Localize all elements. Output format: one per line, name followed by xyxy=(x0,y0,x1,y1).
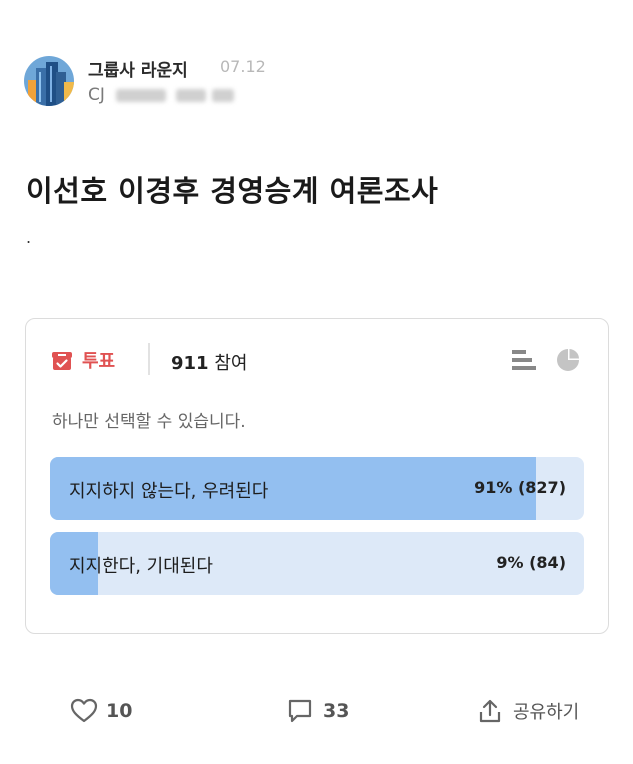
share-label: 공유하기 xyxy=(513,702,580,723)
pie-chart-view-icon[interactable] xyxy=(555,347,581,373)
post-actions: 10 33 공유하기 xyxy=(0,690,633,734)
blurred-company-text xyxy=(116,89,166,102)
poll-type: 투표 xyxy=(50,347,115,373)
comment-button[interactable]: 33 xyxy=(287,698,349,724)
bar-chart-view-icon[interactable] xyxy=(512,349,536,371)
comment-count: 33 xyxy=(323,700,350,722)
post-header: 그룹사 라운지 07.12 CJ xyxy=(24,56,604,112)
poll-option[interactable]: 지지한다, 기대된다 9% (84) xyxy=(50,532,584,595)
option-result: 9% (84) xyxy=(496,553,566,572)
divider xyxy=(148,343,150,375)
poll-card: 투표 911 참여 하나만 선택할 수 있습니다. 지지하지 않는다, 우려된다… xyxy=(25,318,609,634)
author-avatar[interactable] xyxy=(24,56,74,106)
participant-number: 911 xyxy=(171,353,209,374)
like-button[interactable]: 10 xyxy=(70,698,132,724)
blurred-company-text xyxy=(212,89,234,102)
post-title: 이선호 이경후 경영승계 여론조사 xyxy=(26,174,439,208)
post-date: 07.12 xyxy=(220,57,266,76)
share-icon xyxy=(479,699,501,723)
comment-icon xyxy=(288,699,312,723)
participant-count: 911 참여 xyxy=(171,349,247,375)
poll-option[interactable]: 지지하지 않는다, 우려된다 91% (827) xyxy=(50,457,584,520)
option-result: 91% (827) xyxy=(474,478,566,497)
poll-type-label: 투표 xyxy=(82,351,116,372)
option-label: 지지한다, 기대된다 xyxy=(69,556,213,577)
participant-suffix: 참여 xyxy=(214,353,248,374)
poll-instruction: 하나만 선택할 수 있습니다. xyxy=(52,412,246,432)
author-name[interactable]: 그룹사 라운지 xyxy=(88,56,188,81)
author-company: CJ xyxy=(88,85,105,105)
heart-icon xyxy=(70,698,98,723)
post-body: . xyxy=(26,228,32,247)
blurred-company-text xyxy=(176,89,206,102)
ballot-box-icon xyxy=(52,352,72,370)
option-label: 지지하지 않는다, 우려된다 xyxy=(69,481,269,502)
like-count: 10 xyxy=(106,700,133,722)
share-button[interactable]: 공유하기 xyxy=(477,698,579,724)
